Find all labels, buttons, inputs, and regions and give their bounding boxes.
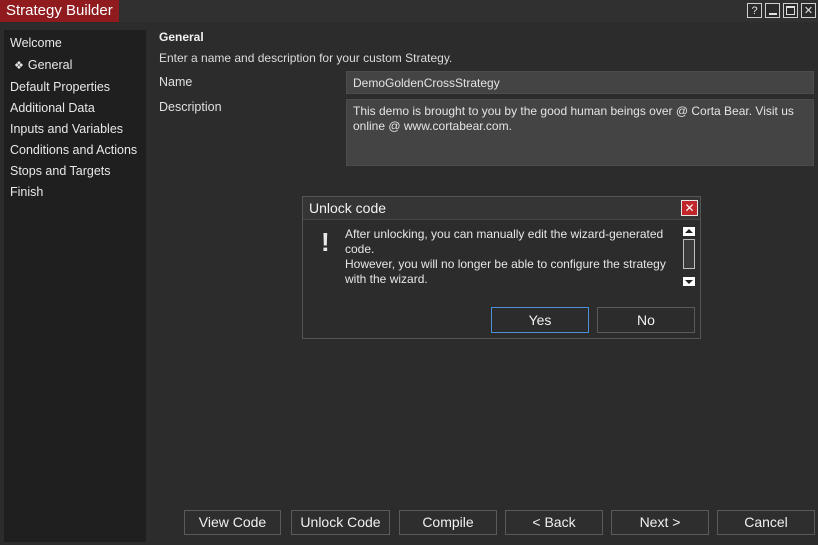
dialog-close-button[interactable]: ✕: [681, 200, 698, 216]
minimize-icon: [769, 13, 777, 15]
yes-button[interactable]: Yes: [491, 307, 589, 333]
no-button[interactable]: No: [597, 307, 695, 333]
nav-item-inputs-and-variables[interactable]: Inputs and Variables: [10, 122, 123, 136]
unlock-code-dialog: Unlock code ✕ ! After unlocking, you can…: [302, 196, 701, 339]
message-line: However, you will no longer be able to c…: [345, 257, 666, 271]
compile-button[interactable]: Compile: [399, 510, 497, 535]
unlock-code-button[interactable]: Unlock Code: [291, 510, 390, 535]
maximize-button[interactable]: [783, 3, 798, 18]
message-scrollbar[interactable]: [683, 227, 695, 287]
nav-item-default-properties[interactable]: Default Properties: [10, 80, 110, 94]
nav-item-stops-and-targets[interactable]: Stops and Targets: [10, 164, 111, 178]
nav-item-welcome[interactable]: Welcome: [10, 36, 62, 50]
nav-item-finish[interactable]: Finish: [10, 185, 43, 199]
nav-item-general[interactable]: ❖ General: [14, 58, 72, 72]
nav-item-label: General: [27, 58, 73, 72]
view-code-button[interactable]: View Code: [184, 510, 281, 535]
scroll-thumb[interactable]: [683, 239, 695, 269]
name-label: Name: [159, 75, 193, 89]
window-title: Strategy Builder: [0, 0, 119, 22]
diamond-bullet-icon: ❖: [14, 60, 24, 72]
minimize-button[interactable]: [765, 3, 780, 18]
dialog-title-bar: Unlock code ✕: [303, 197, 700, 220]
message-line: After unlocking, you can manually edit t…: [345, 227, 664, 241]
wizard-nav: Welcome ❖ General Default Properties Addi…: [4, 30, 146, 542]
nav-item-conditions-and-actions[interactable]: Conditions and Actions: [10, 143, 137, 157]
description-label: Description: [159, 100, 222, 114]
next-button[interactable]: Next >: [611, 510, 709, 535]
description-input[interactable]: This demo is brought to you by the good …: [346, 99, 814, 166]
scroll-up-icon[interactable]: [683, 227, 695, 236]
strategy-builder-window: Strategy Builder ? ✕ Welcome ❖ General De…: [0, 0, 818, 545]
title-bar: Strategy Builder ? ✕: [0, 0, 818, 22]
message-line: with the wizard.: [345, 272, 428, 286]
description-line: online @ www.cortabear.com.: [353, 119, 512, 133]
message-line: code.: [345, 242, 375, 256]
dialog-message: After unlocking, you can manually edit t…: [345, 227, 675, 287]
exclamation-icon: !: [321, 227, 330, 257]
name-input[interactable]: DemoGoldenCrossStrategy: [346, 71, 814, 94]
scroll-down-icon[interactable]: [683, 277, 695, 286]
maximize-icon: [786, 6, 795, 15]
description-line: This demo is brought to you by the good …: [353, 104, 794, 118]
help-button[interactable]: ?: [747, 3, 762, 18]
nav-item-additional-data[interactable]: Additional Data: [10, 101, 95, 115]
dialog-title: Unlock code: [309, 200, 387, 216]
close-window-button[interactable]: ✕: [801, 3, 816, 18]
close-icon: ✕: [684, 201, 695, 215]
back-button[interactable]: < Back: [505, 510, 603, 535]
section-title: General: [159, 30, 204, 44]
section-description: Enter a name and description for your cu…: [159, 51, 453, 65]
close-icon: ✕: [803, 5, 814, 17]
cancel-button[interactable]: Cancel: [717, 510, 815, 535]
